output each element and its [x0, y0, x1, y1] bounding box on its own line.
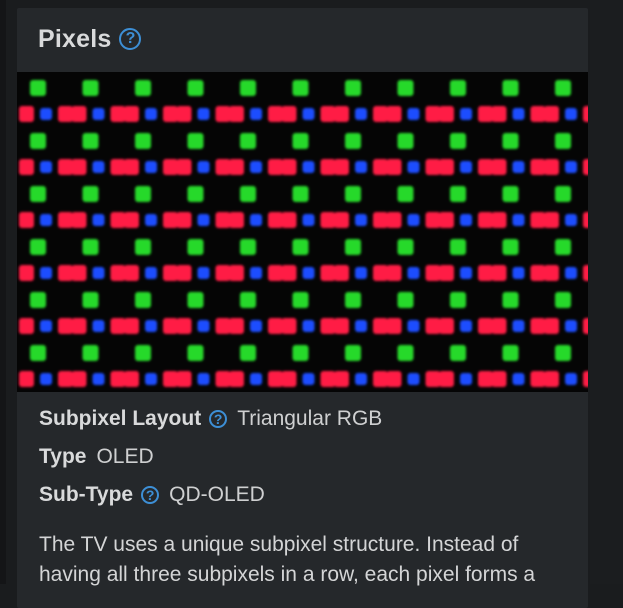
subpixel-pattern	[19, 80, 588, 387]
section-title: Pixels	[38, 24, 112, 53]
spec-value: Triangular RGB	[237, 407, 383, 430]
spec-row-subpixel-layout: Subpixel Layout ? Triangular RGB	[39, 400, 382, 438]
section-header: Pixels ?	[38, 24, 142, 54]
spec-value: QD-OLED	[169, 483, 265, 506]
spec-value: OLED	[96, 445, 154, 468]
page-right-strip	[590, 0, 623, 584]
description-text: The TV uses a unique subpixel structure.…	[39, 533, 536, 586]
spec-row-sub-type: Sub-Type ? QD-OLED	[39, 476, 382, 514]
question-circle-icon[interactable]: ?	[209, 410, 228, 428]
spec-label: Type	[39, 445, 87, 468]
spec-row-type: Type OLED	[39, 438, 382, 476]
question-circle-icon[interactable]: ?	[119, 28, 142, 50]
spec-list: Subpixel Layout ? Triangular RGB Type OL…	[39, 400, 382, 514]
question-circle-icon[interactable]: ?	[141, 486, 160, 504]
subpixel-photo	[17, 72, 588, 392]
page-left-strip	[0, 0, 6, 584]
spec-label: Sub-Type	[39, 483, 134, 506]
spec-label: Subpixel Layout	[39, 407, 202, 430]
pixels-card: Pixels ? Subpixel Layout ? Triangular RG…	[17, 8, 588, 608]
